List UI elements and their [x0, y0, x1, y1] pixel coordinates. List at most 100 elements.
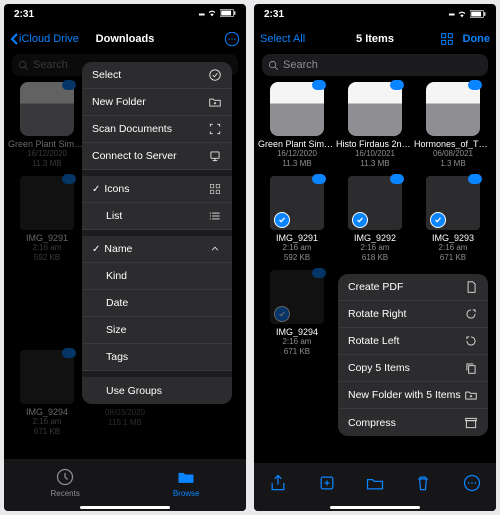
menu-scan[interactable]: Scan Documents [82, 116, 232, 143]
search-placeholder: Search [33, 59, 68, 71]
file-size: 671 KB [8, 427, 86, 437]
select-all-button[interactable]: Select All [260, 33, 305, 45]
clock-icon [55, 467, 75, 487]
file-date: 2:16 am [258, 243, 336, 253]
rotate-right-icon [464, 307, 478, 321]
tab-browse[interactable]: Browse [173, 467, 200, 498]
chevron-up-icon [208, 242, 222, 256]
file-item[interactable]: Histo Firdaus 2nd year 16/10/2021 11.3 M… [336, 82, 414, 170]
move-icon[interactable] [365, 473, 385, 493]
folder-icon [176, 467, 196, 487]
file-item[interactable]: IMG_9292 2:16 am 618 KB [336, 176, 414, 264]
rotate-left-icon [464, 334, 478, 348]
server-icon [208, 149, 222, 163]
done-button[interactable]: Done [463, 33, 491, 45]
file-date: 06/08/2021 [414, 149, 492, 159]
select-icon [208, 68, 222, 82]
menu-select[interactable]: Select [82, 62, 232, 89]
file-date: 16/12/2020 [8, 149, 86, 159]
phone-right-screen: 2:31 ▪▪▪ Select All 5 Items Done Search … [254, 4, 496, 511]
menu-server[interactable]: Connect to Server [82, 143, 232, 170]
search-placeholder: Search [283, 59, 318, 71]
file-item[interactable]: Hormones_of_The_…ortex 06/08/2021 1.3 MB [414, 82, 492, 170]
search-icon [18, 60, 29, 71]
tab-recents[interactable]: Recents [50, 467, 79, 498]
file-name: IMG_9291 [8, 233, 86, 243]
file-name: Hormones_of_The_…ortex [414, 139, 492, 149]
file-item[interactable]: IMG_9294 2:16 am 671 KB [8, 350, 86, 438]
page-title: 5 Items [356, 33, 394, 45]
home-indicator[interactable] [330, 506, 420, 509]
menu-icons[interactable]: ✓Icons [82, 176, 232, 203]
menu-label: Icons [104, 183, 129, 195]
file-thumb [20, 82, 74, 136]
file-item[interactable]: Green Plant Simpl…ry.zip 16/12/2020 11.3… [8, 82, 86, 170]
home-indicator[interactable] [80, 506, 170, 509]
file-item[interactable]: IMG_9291 2:16 am 592 KB [8, 176, 86, 264]
menu-sort-kind[interactable]: Kind [82, 263, 232, 290]
nav-bar: Select All 5 Items Done [254, 24, 496, 54]
menu-new-folder[interactable]: New Folder [82, 89, 232, 116]
status-time: 2:31 [264, 9, 284, 20]
list-icon [208, 209, 222, 223]
file-date: 2:16 am [336, 243, 414, 253]
tab-label: Browse [173, 489, 200, 498]
file-item[interactable]: Green Plant Simpl…ry.zip 16/12/2020 11.3… [258, 82, 336, 170]
signal-icon: ▪▪▪ [198, 10, 204, 19]
checkmark-icon: ✓ [92, 244, 100, 255]
tab-label: Recents [50, 489, 79, 498]
share-icon[interactable] [268, 473, 288, 493]
search-input[interactable]: Search [262, 54, 488, 76]
menu-use-groups[interactable]: Use Groups [82, 377, 232, 404]
wifi-icon [457, 9, 467, 19]
menu-sort-name[interactable]: ✓ Name [82, 236, 232, 263]
file-size: 11.3 MB [8, 159, 86, 169]
file-item[interactable]: IMG_9291 2:16 am 592 KB [258, 176, 336, 264]
copy-icon [464, 361, 478, 375]
menu-label: Connect to Server [92, 150, 208, 162]
menu-sort-size[interactable]: Size [82, 317, 232, 344]
menu-label: Create PDF [348, 281, 403, 293]
file-size: 671 KB [414, 253, 492, 263]
menu-sort-date[interactable]: Date [82, 290, 232, 317]
menu-label: Name [104, 243, 132, 255]
file-thumb [348, 82, 402, 136]
status-bar: 2:31 ▪▪▪ [254, 4, 496, 24]
duplicate-icon[interactable] [317, 473, 337, 493]
more-icon[interactable] [224, 31, 240, 47]
menu-rotate-left[interactable]: Rotate Left [338, 328, 488, 355]
file-thumb [270, 270, 324, 324]
menu-compress[interactable]: Compress [338, 409, 488, 436]
selected-check-icon [274, 212, 290, 228]
menu-label: Date [106, 297, 128, 309]
grid-toggle-icon[interactable] [439, 31, 455, 47]
file-item[interactable]: IMG_9294 2:16 am 671 KB [258, 270, 336, 358]
file-item[interactable]: IMG_9293 2:16 am 671 KB [414, 176, 492, 264]
menu-sort-tags[interactable]: Tags [82, 344, 232, 371]
file-thumb [426, 176, 480, 230]
archive-icon [464, 416, 478, 430]
menu-list[interactable]: List [82, 203, 232, 230]
nav-bar: iCloud Drive Downloads [4, 24, 246, 54]
battery-icon [470, 10, 486, 18]
file-date: 2:16 am [8, 417, 86, 427]
menu-new-folder-items[interactable]: New Folder with 5 Items [338, 382, 488, 409]
selection-menu: Create PDF Rotate Right Rotate Left Copy… [338, 274, 488, 436]
menu-rotate-right[interactable]: Rotate Right [338, 301, 488, 328]
file-name: IMG_9293 [414, 233, 492, 243]
folder-plus-icon [464, 388, 478, 402]
more-icon[interactable] [462, 473, 482, 493]
status-indicators: ▪▪▪ [198, 8, 236, 20]
file-date: 08/03/2020 [86, 408, 164, 418]
menu-create-pdf[interactable]: Create PDF [338, 274, 488, 301]
menu-label: Copy 5 Items [348, 362, 410, 374]
menu-label: Select [92, 69, 208, 81]
file-size: 618 KB [336, 253, 414, 263]
trash-icon[interactable] [413, 473, 433, 493]
file-size: 115.1 MB [86, 418, 164, 428]
file-thumb [20, 350, 74, 404]
menu-label: Size [106, 324, 126, 336]
menu-copy[interactable]: Copy 5 Items [338, 355, 488, 382]
back-button[interactable]: iCloud Drive [10, 33, 79, 45]
file-size: 11.3 MB [336, 159, 414, 169]
